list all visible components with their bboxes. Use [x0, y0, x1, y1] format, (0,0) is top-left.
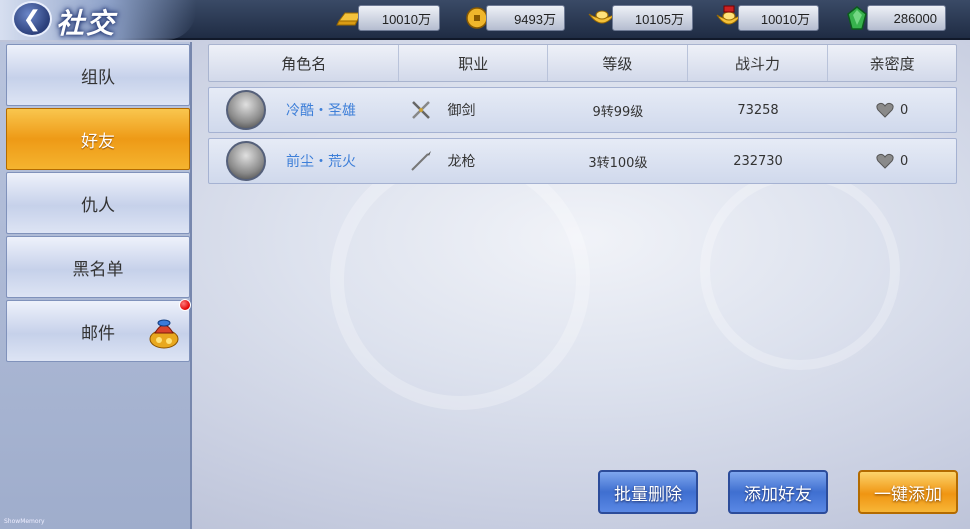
header-class: 职业 — [399, 45, 549, 81]
heart-icon — [876, 102, 894, 118]
friends-table: 角色名 职业 等级 战斗力 亲密度 冷酷・圣雄 御剑 9转99级 73258 0 — [208, 44, 957, 184]
cell-class: 御剑 — [399, 88, 548, 132]
back-button[interactable]: ❮ — [12, 1, 52, 37]
tab-label: 好友 — [81, 131, 115, 152]
player-name[interactable]: 冷酷・圣雄 — [286, 100, 356, 120]
tab-enemies[interactable]: 仇人 — [6, 172, 190, 234]
batch-delete-button[interactable]: 批量删除 — [598, 470, 698, 514]
heart-icon — [876, 153, 894, 169]
cell-intimacy: 0 — [828, 88, 956, 132]
background-swirl — [330, 150, 590, 410]
cell-power: 73258 — [737, 102, 779, 118]
table-row[interactable]: 前尘・荒火 龙枪 3转100级 232730 0 — [208, 138, 957, 184]
header-intimacy: 亲密度 — [869, 54, 915, 73]
tab-team[interactable]: 组队 — [6, 44, 190, 106]
sidebar: 组队 好友 仇人 黑名单 邮件 — [0, 42, 192, 529]
cell-power: 232730 — [733, 153, 783, 169]
background-swirl — [700, 170, 900, 370]
currency-copper-coin: 9493万 — [486, 5, 565, 31]
cell-role: 冷酷・圣雄 — [209, 88, 399, 132]
table-row[interactable]: 冷酷・圣雄 御剑 9转99级 73258 0 — [208, 87, 957, 133]
tab-label: 邮件 — [81, 323, 115, 344]
watermark: ShowMemory — [4, 518, 45, 525]
avatar[interactable] — [226, 141, 266, 181]
tab-mail[interactable]: 邮件 — [6, 299, 191, 362]
intimacy-value: 0 — [900, 102, 909, 118]
tab-label: 组队 — [81, 67, 115, 88]
table-header: 角色名 职业 等级 战斗力 亲密度 — [208, 44, 957, 82]
currency-jade: 286000 — [867, 5, 946, 31]
tab-blacklist[interactable]: 黑名单 — [6, 236, 190, 298]
spear-icon — [411, 151, 432, 171]
player-name[interactable]: 前尘・荒火 — [286, 151, 356, 171]
avatar[interactable] — [226, 90, 266, 130]
currency-gold-bar: 10010万 — [358, 5, 440, 31]
top-bar: ❮ 社交 10010万 9493万 10105万 10010万 286000 — [0, 0, 970, 40]
notification-dot — [179, 299, 191, 311]
currency-silver-ingot: 10105万 — [612, 5, 693, 31]
class-name: 御剑 — [447, 103, 476, 119]
tab-friends[interactable]: 好友 — [6, 108, 190, 170]
header-level: 等级 — [548, 45, 688, 81]
cell-intimacy: 0 — [828, 139, 956, 183]
intimacy-value: 0 — [900, 153, 909, 169]
crossed-swords-icon — [412, 101, 431, 119]
chevron-left-icon: ❮ — [22, 6, 42, 32]
cell-role: 前尘・荒火 — [209, 139, 399, 183]
page-title: 社交 — [56, 7, 117, 40]
cell-level: 9转99级 — [592, 104, 644, 120]
currency-gold-ingot: 10010万 — [738, 5, 819, 31]
treasure-bag-icon — [149, 319, 179, 349]
header-power: 战斗力 — [688, 45, 829, 81]
add-friend-button[interactable]: 添加好友 — [728, 470, 828, 514]
one-click-add-button[interactable]: 一键添加 — [858, 470, 958, 514]
header-role-name: 角色名 — [209, 45, 400, 81]
cell-level: 3转100级 — [588, 155, 648, 171]
tab-label: 黑名单 — [72, 259, 124, 280]
cell-class: 龙枪 — [399, 139, 548, 183]
tab-label: 仇人 — [81, 195, 115, 216]
class-name: 龙枪 — [447, 154, 476, 170]
